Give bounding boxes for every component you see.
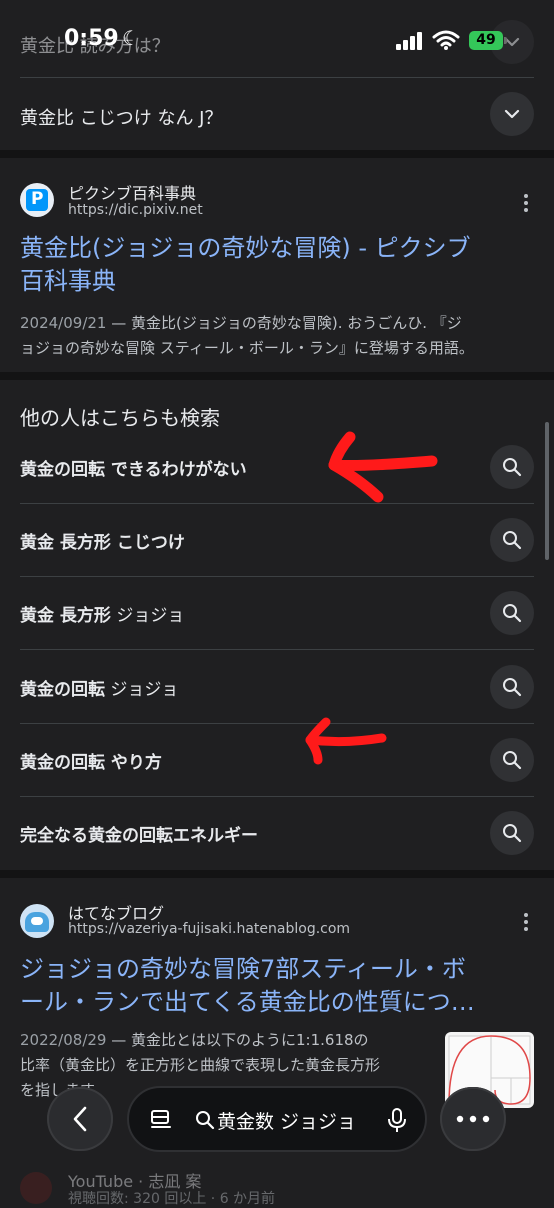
- expand-button[interactable]: [490, 92, 534, 136]
- related-search-text: 完全なる黄金の回転エネルギー: [20, 821, 258, 846]
- title-line: 百科事典: [20, 267, 116, 295]
- related-search-item[interactable]: 黄金の回転 できるわけがない: [20, 430, 534, 504]
- result-card-youtube[interactable]: YouTube · 志凪 案 視聴回数: 320 回以上 · 6 か月前: [0, 1160, 554, 1207]
- search-icon: [503, 458, 522, 477]
- related-search-light: ジョジョ: [110, 606, 185, 626]
- related-search-bold: 黄金 長方形 こじつけ: [20, 533, 185, 553]
- snippet-text: — 黄金比(ジョジョの奇妙な冒険). おうごんひ. 『ジ: [106, 314, 462, 332]
- status-time: 0:59: [64, 26, 119, 51]
- more-menu-button[interactable]: [440, 1087, 506, 1151]
- snippet-text: ョジョの奇妙な冒険 スティール・ボール・ラン』に登場する用語。: [20, 339, 474, 357]
- search-icon: [503, 824, 522, 843]
- result-title-link[interactable]: ジョジョの奇妙な冒険7部スティール・ボ ール・ランで出てくる黄金比の性質につ…: [20, 953, 526, 1019]
- related-search-text: 黄金の回転 やり方: [20, 748, 162, 773]
- chevron-down-icon: [504, 109, 520, 119]
- search-icon: [503, 751, 522, 770]
- snippet-text: — 黄金比とは以下のように1:1.618の: [106, 1031, 369, 1049]
- search-icon: [503, 604, 522, 623]
- related-search-bold: 黄金 長方形: [20, 606, 111, 626]
- cellular-signal-icon: [396, 32, 422, 50]
- result-snippet: 2024/09/21 — 黄金比(ジョジョの奇妙な冒険). おうごんひ. 『ジ …: [20, 311, 474, 361]
- related-searches-heading: 他の人はこちらも検索: [20, 406, 220, 430]
- title-line: ジョジョの奇妙な冒険7部スティール・ボ: [20, 955, 466, 983]
- wifi-icon: [432, 30, 460, 50]
- search-icon: [503, 531, 522, 550]
- site-url[interactable]: https://dic.pixiv.net: [68, 202, 203, 218]
- card-gap: [0, 870, 554, 878]
- related-search-bold: 黄金の回転: [20, 680, 105, 700]
- related-search-item[interactable]: 完全なる黄金の回転エネルギー: [20, 796, 534, 869]
- moon-icon: ☾: [122, 26, 140, 50]
- result-date: 2022/08/29: [20, 1031, 107, 1049]
- more-horizontal-icon: [456, 1115, 490, 1123]
- related-search-button[interactable]: [490, 518, 534, 562]
- result-date: 2024/09/21: [20, 314, 107, 332]
- related-search-text: 黄金の回転 できるわけがない: [20, 455, 247, 480]
- scrollbar-thumb[interactable]: [545, 422, 549, 560]
- card-gap: [0, 372, 554, 380]
- related-search-bold: 黄金の回転 やり方: [20, 753, 162, 773]
- related-search-item[interactable]: 黄金 長方形 こじつけ: [20, 503, 534, 577]
- faq-question: 黄金比 こじつけ なん J？: [20, 108, 223, 129]
- more-options-icon[interactable]: [516, 191, 536, 215]
- chevron-left-icon: [73, 1106, 87, 1132]
- related-search-item[interactable]: 黄金 長方形 ジョジョ: [20, 576, 534, 650]
- related-search-bold: 黄金の回転 できるわけがない: [20, 460, 247, 480]
- related-search-text: 黄金 長方形 ジョジョ: [20, 601, 184, 626]
- back-button[interactable]: [47, 1087, 113, 1151]
- battery-indicator: 49: [469, 31, 503, 50]
- related-search-text: 黄金の回転 ジョジョ: [20, 675, 178, 700]
- related-search-item[interactable]: 黄金の回転 ジョジョ: [20, 650, 534, 724]
- related-search-light: ジョジョ: [105, 680, 179, 700]
- related-search-text: 黄金 長方形 こじつけ: [20, 528, 185, 553]
- related-search-button[interactable]: [490, 738, 534, 782]
- related-search-button[interactable]: [490, 665, 534, 709]
- youtube-site-icon: [20, 1172, 52, 1204]
- title-line: ール・ランで出てくる黄金比の性質につ…: [20, 988, 475, 1016]
- pixiv-site-icon: P: [20, 183, 54, 217]
- snippet-text: 比率（黄金比）を正方形と曲線で表現した黄金長方形: [20, 1056, 381, 1074]
- card-gap: [0, 150, 554, 158]
- result-meta: 視聴回数: 320 回以上 · 6 か月前: [68, 1191, 276, 1207]
- hatena-site-icon: [20, 904, 54, 938]
- related-search-item[interactable]: 黄金の回転 やり方: [20, 723, 534, 797]
- related-search-button[interactable]: [490, 591, 534, 635]
- more-options-icon[interactable]: [516, 910, 536, 934]
- result-title-link[interactable]: 黄金比(ジョジョの奇妙な冒険) - ピクシブ 百科事典: [20, 232, 526, 298]
- faq-item-kojitsuke[interactable]: 黄金比 こじつけ なん J？: [20, 78, 534, 150]
- search-icon: [196, 1111, 215, 1130]
- related-search-button[interactable]: [490, 445, 534, 489]
- site-name[interactable]: ピクシブ百科事典: [68, 180, 196, 204]
- related-search-bold: 完全なる黄金の回転エネルギー: [20, 826, 258, 846]
- status-bar: 0:59 ☾ 49: [0, 0, 554, 84]
- related-search-button[interactable]: [490, 811, 534, 855]
- search-query[interactable]: 黄金数 ジョジョ: [217, 1107, 356, 1134]
- microphone-icon[interactable]: [387, 1107, 407, 1133]
- tabs-list-icon[interactable]: [149, 1108, 173, 1132]
- search-pill[interactable]: 黄金数 ジョジョ: [127, 1086, 427, 1152]
- battery-tip: [504, 37, 507, 44]
- search-icon: [503, 678, 522, 697]
- title-line: 黄金比(ジョジョの奇妙な冒険) - ピクシブ: [20, 234, 471, 262]
- site-url[interactable]: https://vazeriya-fujisaki.hatenablog.com: [68, 921, 350, 937]
